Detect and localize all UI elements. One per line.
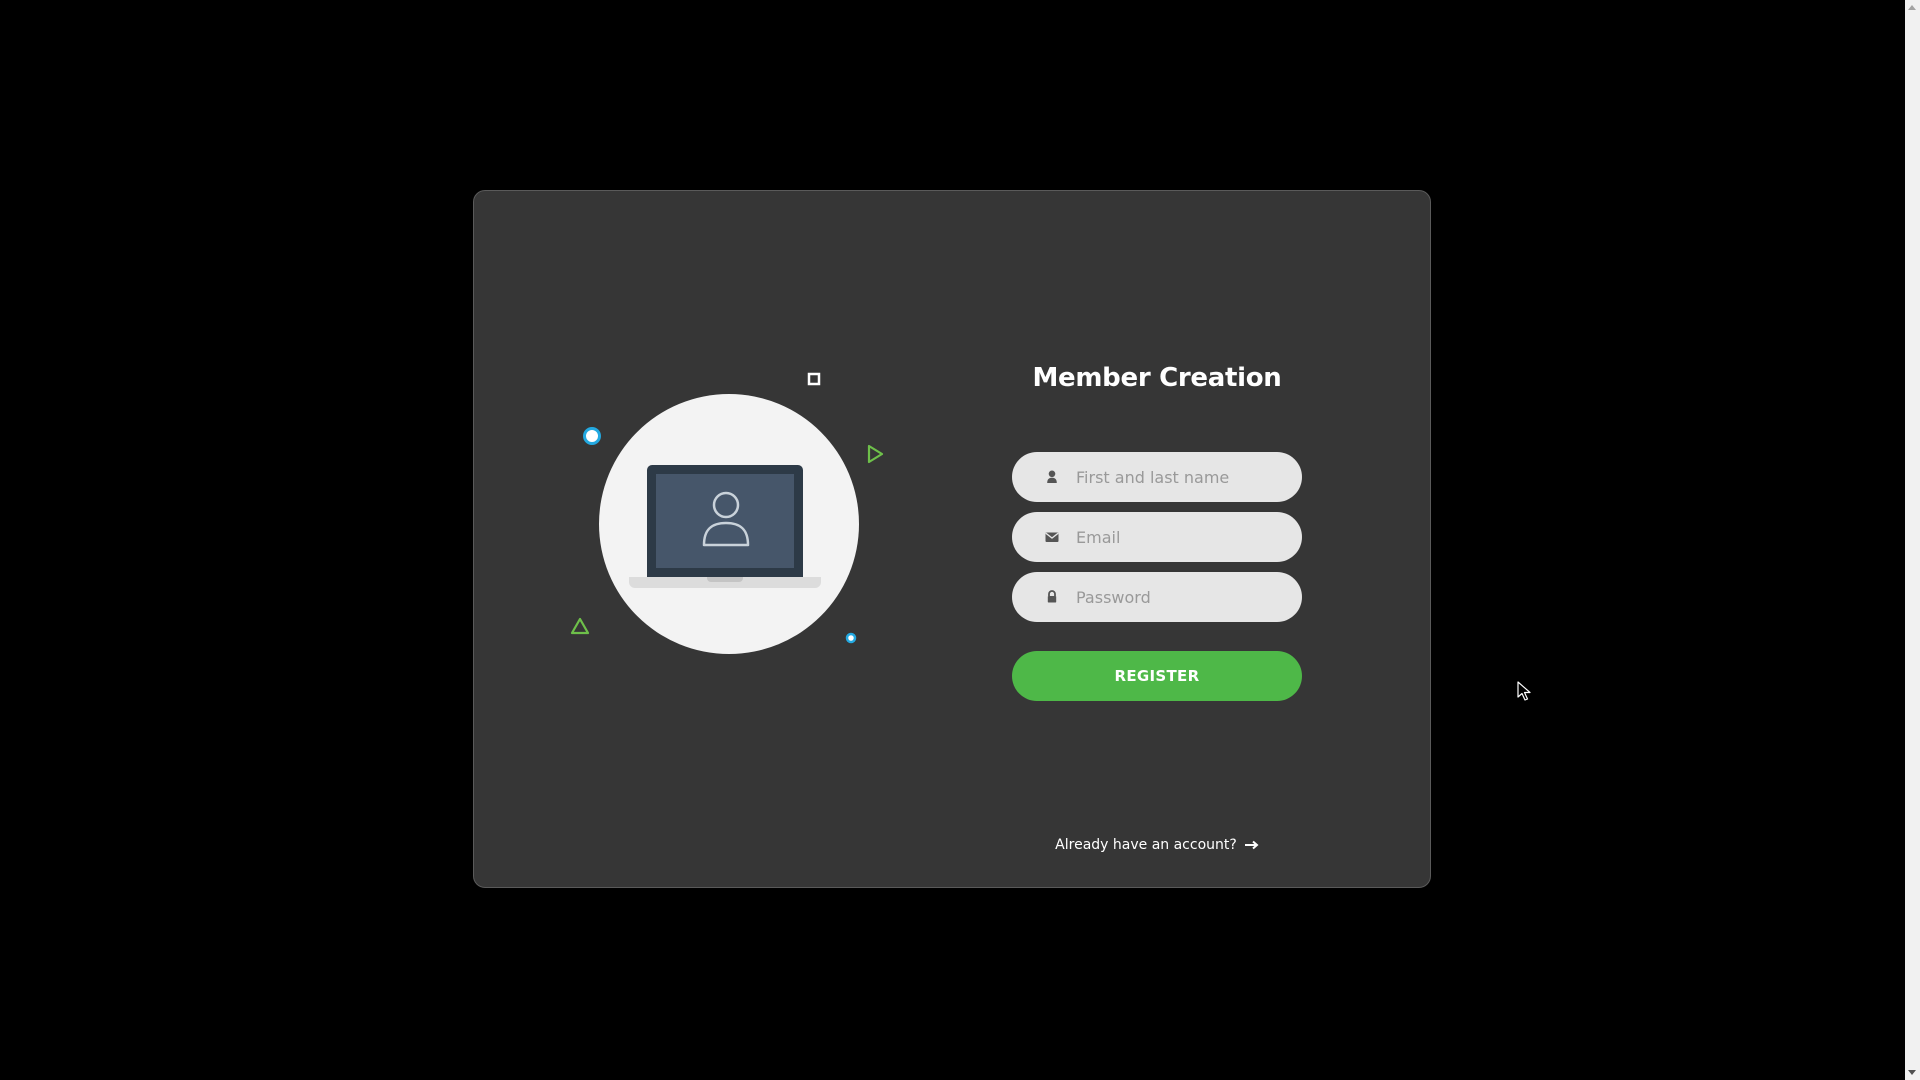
name-field[interactable] [1012,452,1302,502]
user-avatar-icon [702,491,750,547]
register-button[interactable]: REGISTER [1012,651,1302,701]
password-input[interactable] [1076,572,1286,622]
signin-link-label: Already have an account? [1055,837,1237,853]
long-arrow-right-icon [1244,840,1259,850]
email-input[interactable] [1076,512,1286,562]
vertical-scrollbar[interactable] [1905,0,1920,1080]
scroll-down-icon[interactable] [1908,1070,1916,1075]
lock-icon [1047,590,1057,603]
signup-form: Member Creation First and last name Emai… [1012,191,1302,889]
form-title: Member Creation [1032,363,1282,393]
email-field[interactable] [1012,512,1302,562]
scroll-up-icon[interactable] [1908,5,1916,10]
scrollbar-thumb[interactable] [1907,18,1918,1058]
user-icon [1047,470,1057,483]
triangle-right-icon [867,444,884,464]
password-field[interactable] [1012,572,1302,622]
blue-dot-icon [845,632,857,644]
illustration [474,191,944,889]
page-viewport: Member Creation First and last name Emai… [0,0,1920,1080]
laptop-notch [707,577,743,582]
envelope-icon [1045,532,1059,542]
signin-link[interactable]: Already have an account? [1012,837,1302,853]
square-outline-icon [807,372,821,386]
name-input[interactable] [1076,452,1286,502]
signup-card: Member Creation First and last name Emai… [473,190,1431,888]
mouse-cursor-icon [1517,681,1531,701]
triangle-up-icon [570,617,590,635]
blue-ring-icon [583,427,601,445]
